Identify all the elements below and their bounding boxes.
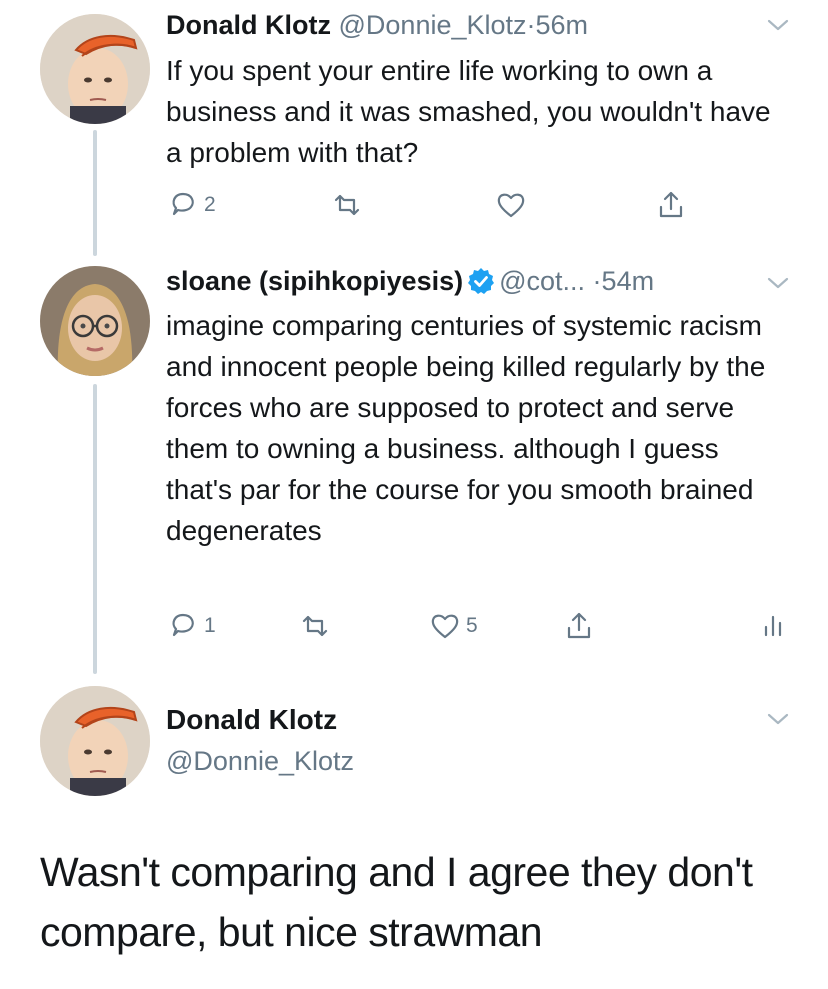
reply-button[interactable]: 1 <box>166 606 216 646</box>
share-icon <box>659 191 683 218</box>
reply-count: 2 <box>204 193 216 216</box>
tweet-text: If you spent your entire life working to… <box>166 55 771 168</box>
display-name[interactable]: Donald Klotz <box>166 10 331 40</box>
user-handle[interactable]: @cot... <box>499 266 585 296</box>
reply-icon <box>172 192 194 216</box>
display-name[interactable]: Donald Klotz <box>166 703 337 737</box>
user-handle[interactable]: @Donnie_Klotz <box>339 10 527 40</box>
reply-button[interactable]: 2 <box>166 185 216 225</box>
avatar[interactable] <box>40 266 150 376</box>
analytics-icon <box>764 615 782 637</box>
share-button[interactable] <box>654 185 688 225</box>
separator: · <box>526 10 536 40</box>
share-icon <box>567 612 591 639</box>
tweet-2[interactable]: sloane (sipihkopiyesis) @cot... ·54m imag… <box>0 260 828 680</box>
tweet-text: imagine comparing centuries of systemic … <box>166 310 766 546</box>
like-button[interactable] <box>494 185 532 225</box>
avatar[interactable] <box>40 14 150 124</box>
reply-icon <box>172 613 194 637</box>
retweet-button[interactable] <box>330 185 368 225</box>
display-name[interactable]: sloane (sipihkopiyesis) <box>166 266 463 296</box>
retweet-icon <box>302 615 328 637</box>
orange-hair-portrait-icon <box>40 686 150 796</box>
tweet-header: Donald Klotz @Donnie_Klotz·56m <box>166 8 588 42</box>
verified-badge-icon <box>468 268 495 294</box>
action-bar: 2 <box>166 185 796 225</box>
retweet-icon <box>334 194 360 216</box>
heart-icon <box>431 614 459 639</box>
share-button[interactable] <box>562 606 596 646</box>
timestamp[interactable]: 56m <box>536 10 589 40</box>
avatar[interactable] <box>40 686 150 796</box>
action-bar: 1 5 <box>166 606 796 646</box>
tweet-header: sloane (sipihkopiyesis) @cot... ·54m <box>166 264 654 298</box>
chevron-down-icon[interactable] <box>767 18 789 32</box>
like-button[interactable]: 5 <box>428 606 478 646</box>
woman-with-glasses-portrait-icon <box>40 266 150 376</box>
timestamp[interactable]: 54m <box>602 266 655 296</box>
retweet-button[interactable] <box>298 606 336 646</box>
tweet-text: Wasn't comparing and I agree they don't … <box>40 849 753 955</box>
separator: · <box>592 266 602 296</box>
chevron-down-icon[interactable] <box>767 712 789 726</box>
like-count: 5 <box>466 614 478 637</box>
orange-hair-portrait-icon <box>40 14 150 124</box>
reply-count: 1 <box>204 614 216 637</box>
tweet-1[interactable]: Donald Klotz @Donnie_Klotz·56m If you sp… <box>0 0 828 260</box>
chevron-down-icon[interactable] <box>767 276 789 290</box>
heart-icon <box>497 193 525 218</box>
user-handle[interactable]: @Donnie_Klotz <box>166 744 354 778</box>
analytics-button[interactable] <box>756 606 790 646</box>
